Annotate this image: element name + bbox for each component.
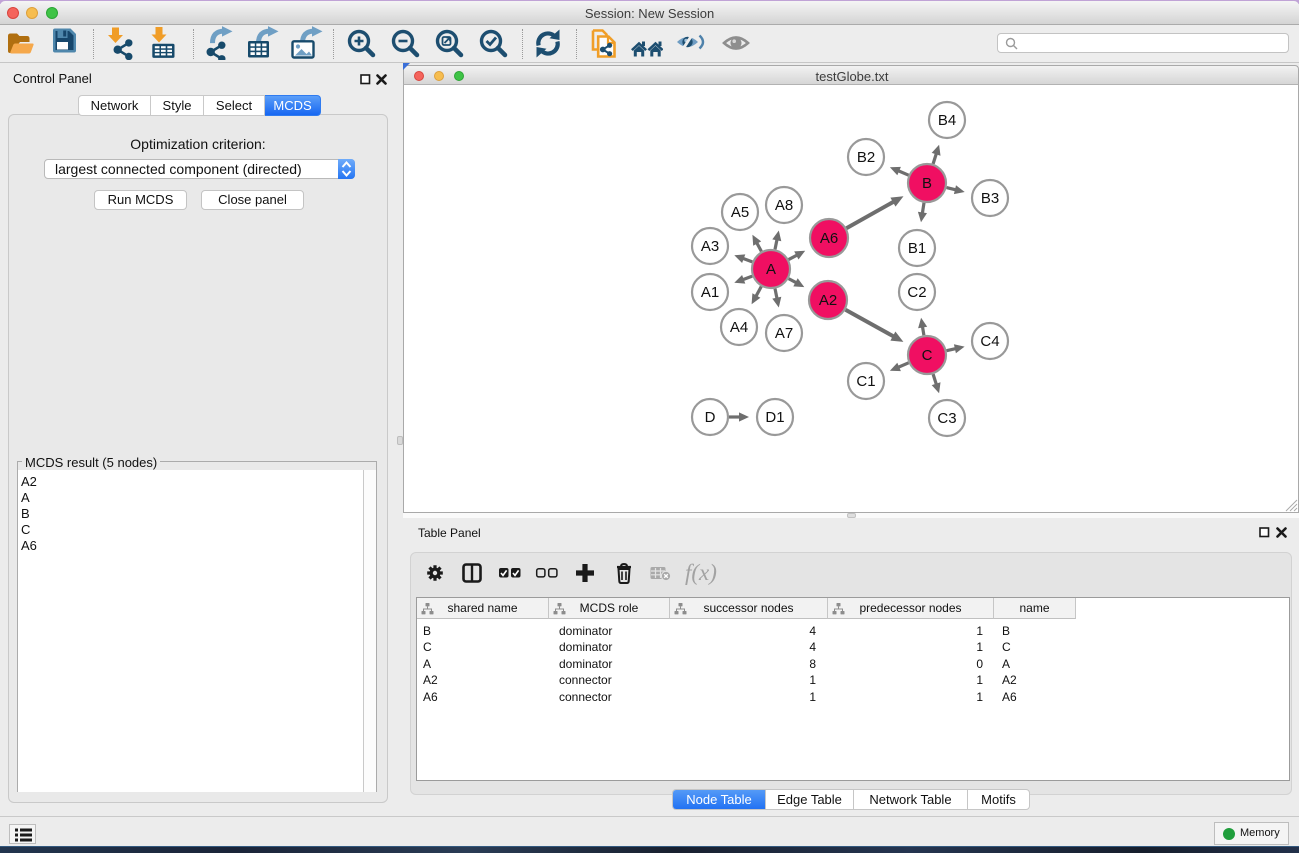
svg-text:A4: A4 xyxy=(730,319,748,336)
svg-text:C4: C4 xyxy=(980,333,999,350)
svg-text:C1: C1 xyxy=(856,373,875,390)
svg-text:A2: A2 xyxy=(819,292,837,309)
svg-text:D: D xyxy=(705,409,716,426)
svg-text:B1: B1 xyxy=(908,240,926,257)
svg-text:A8: A8 xyxy=(775,197,793,214)
svg-text:B4: B4 xyxy=(938,112,956,129)
svg-text:A5: A5 xyxy=(731,204,749,221)
svg-text:A: A xyxy=(766,261,776,278)
svg-text:C: C xyxy=(922,347,933,364)
svg-text:A7: A7 xyxy=(775,325,793,342)
svg-text:B2: B2 xyxy=(857,149,875,166)
svg-text:C2: C2 xyxy=(907,284,926,301)
svg-text:A6: A6 xyxy=(820,230,838,247)
svg-text:B3: B3 xyxy=(981,190,999,207)
svg-text:A1: A1 xyxy=(701,284,719,301)
svg-text:B: B xyxy=(922,175,932,192)
svg-text:C3: C3 xyxy=(937,410,956,427)
svg-text:A3: A3 xyxy=(701,238,719,255)
svg-text:D1: D1 xyxy=(765,409,784,426)
